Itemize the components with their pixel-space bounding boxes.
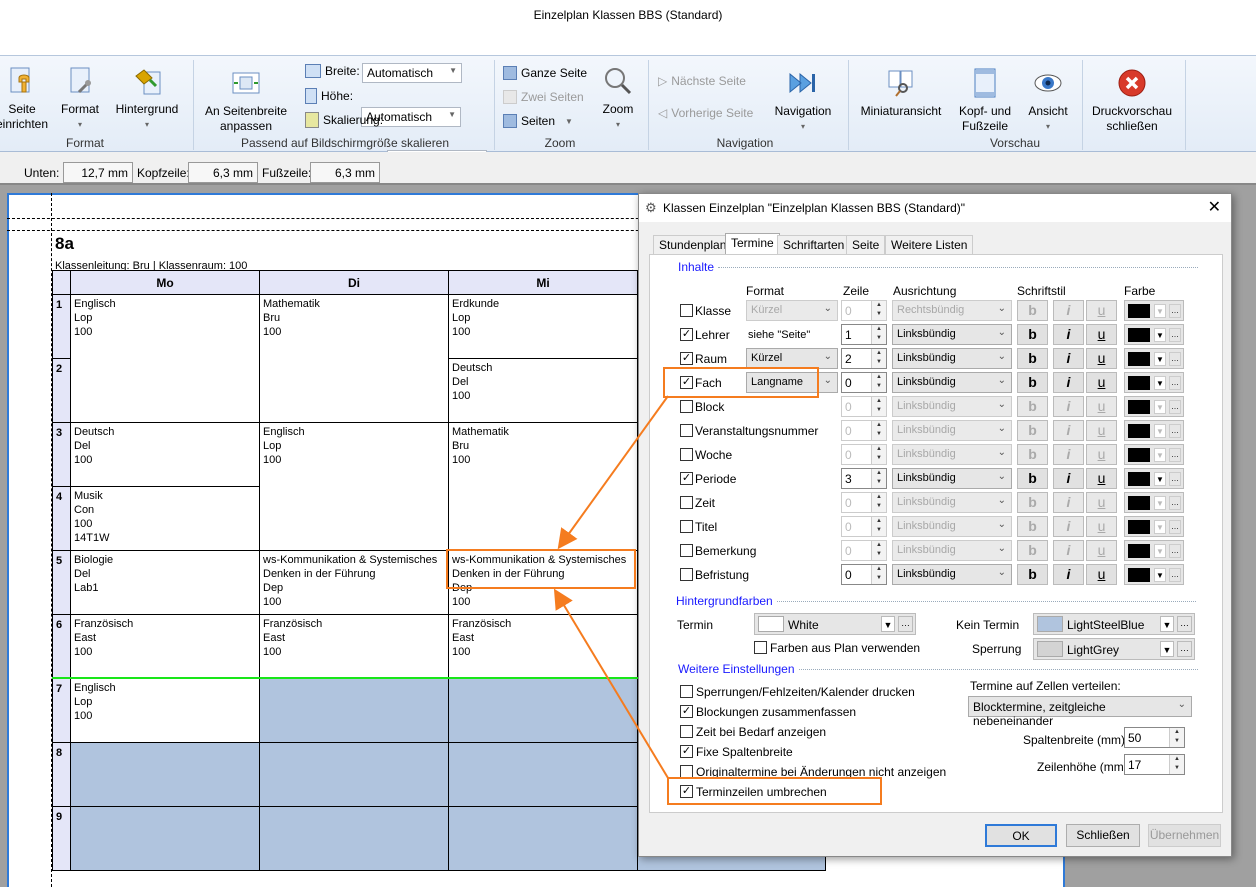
arrow-umbrechen-to-cell [553, 588, 669, 779]
annotation-arrows [553, 395, 669, 779]
arrow-fach-to-cell [557, 395, 669, 550]
